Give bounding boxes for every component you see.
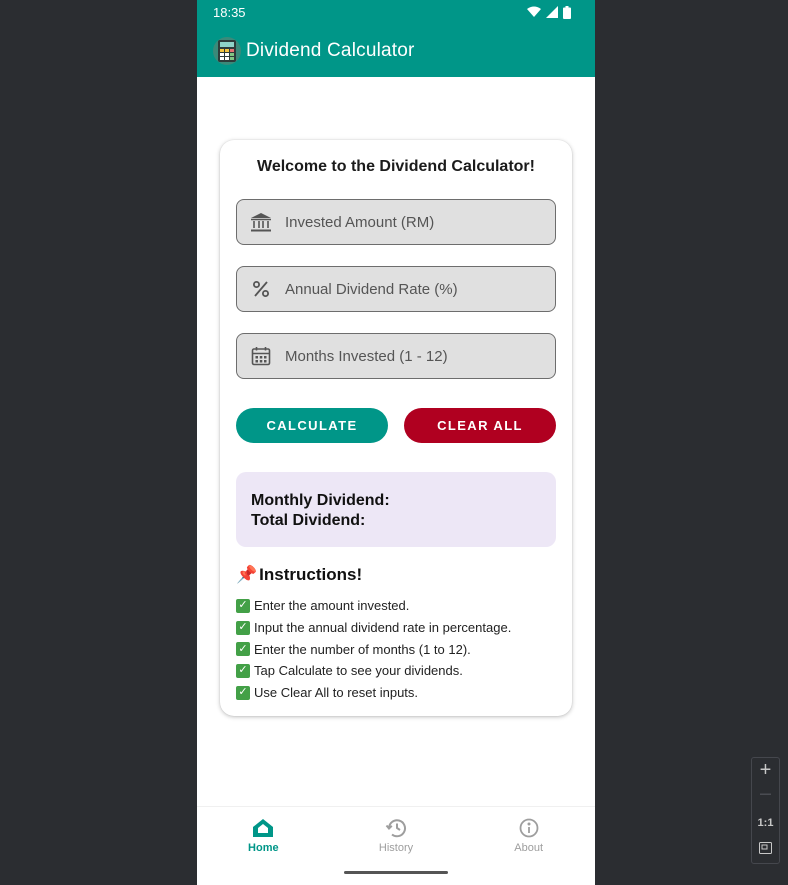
home-icon [253, 819, 274, 837]
history-icon [385, 819, 406, 838]
status-bar: 18:35 [197, 0, 595, 24]
percent-icon [237, 280, 285, 298]
dividend-rate-field[interactable] [236, 266, 556, 312]
list-item: ✓ Input the annual dividend rate in perce… [236, 617, 511, 639]
check-mark-icon: ✓ [236, 598, 250, 613]
instruction-text: Enter the number of months (1 to 12). [254, 641, 471, 657]
list-item: ✓ Enter the number of months (1 to 12). [236, 638, 511, 660]
calculator-logo-icon [213, 36, 241, 65]
zoom-reset-button[interactable]: 1:1 [752, 817, 779, 829]
nav-item-about[interactable]: About [462, 807, 595, 885]
check-mark-icon: ✓ [236, 642, 250, 657]
instruction-text: Use Clear All to reset inputs. [254, 685, 419, 701]
zoom-in-button[interactable]: + [752, 759, 779, 782]
pushpin-icon: 📌 [236, 565, 258, 584]
clear-all-button[interactable]: CLEAR ALL [404, 408, 556, 443]
instructions-title: Instructions! [259, 565, 363, 584]
instruction-text: Enter the amount invested. [254, 598, 410, 614]
signal-icon [546, 6, 558, 18]
invested-amount-input[interactable] [285, 213, 535, 231]
battery-icon [563, 5, 571, 19]
bank-icon [237, 212, 285, 232]
total-dividend-label: Total Dividend: [251, 512, 366, 529]
nav-label-home: Home [248, 842, 279, 854]
wifi-icon [527, 6, 541, 17]
check-mark-icon: ✓ [236, 685, 250, 700]
info-icon [519, 818, 539, 838]
check-mark-icon: ✓ [236, 620, 250, 635]
app-title: Dividend Calculator [246, 39, 415, 61]
calculator-card: Welcome to the Dividend Calculator! Inve… [220, 140, 572, 716]
months-invested-field[interactable] [236, 333, 556, 379]
months-invested-input[interactable] [285, 347, 535, 365]
emulator-zoom-panel: + — 1:1 [751, 757, 780, 864]
calendar-icon [237, 346, 285, 366]
invested-amount-field[interactable] [236, 199, 556, 245]
nav-label-about: About [514, 842, 544, 854]
status-icons [527, 5, 571, 19]
app-bar: Dividend Calculator [197, 24, 595, 77]
nav-label-history: History [378, 842, 414, 854]
instructions-list: ✓ Enter the amount invested. ✓ Input the a… [236, 595, 511, 703]
list-item: ✓ Tap Calculate to see your dividends. [236, 660, 511, 682]
list-item: ✓ Enter the amount invested. [236, 595, 511, 617]
calculate-button[interactable]: CALCULATE [236, 408, 388, 443]
status-time: 18:35 [213, 4, 246, 20]
fit-screen-icon[interactable] [752, 842, 779, 857]
gesture-home-indicator[interactable] [344, 871, 448, 874]
zoom-out-button[interactable]: — [752, 788, 779, 800]
list-item: ✓ Use Clear All to reset inputs. [236, 682, 511, 704]
welcome-heading: Welcome to the Dividend Calculator! [257, 158, 535, 175]
result-panel: Monthly Dividend: Total Dividend: [236, 472, 556, 547]
monthly-dividend-label: Monthly Dividend: [251, 492, 390, 509]
check-mark-icon: ✓ [236, 663, 250, 678]
nav-item-home[interactable]: Home [197, 807, 330, 885]
phone-screen: 18:35 Dividend Calculator Welcome to the… [197, 0, 595, 885]
instructions-heading: 📌 Instructions! [236, 565, 362, 585]
dividend-rate-input[interactable] [285, 280, 535, 298]
instruction-text: Input the annual dividend rate in percen… [254, 620, 512, 636]
instruction-text: Tap Calculate to see your dividends. [254, 663, 463, 679]
